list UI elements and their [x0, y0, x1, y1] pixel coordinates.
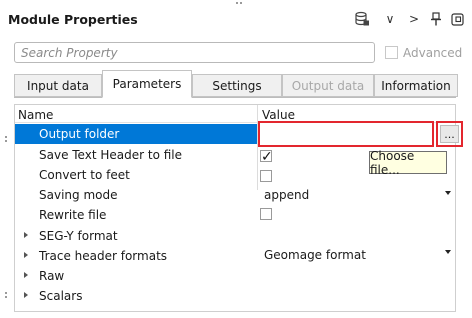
splitter-dot [5, 296, 7, 298]
tab-settings[interactable]: Settings [192, 74, 282, 97]
splitter-dot [5, 140, 7, 142]
column-separator[interactable] [257, 105, 258, 190]
group-raw[interactable]: Raw [39, 269, 64, 283]
advanced-label: Advanced [403, 46, 463, 60]
database-icon[interactable] [354, 11, 370, 27]
tab-divider [14, 97, 456, 98]
pin-icon[interactable] [428, 11, 444, 27]
expand-arrow-icon[interactable] [24, 252, 28, 258]
chevron-down-icon[interactable]: ∨ [382, 11, 398, 27]
tab-label: Settings [212, 78, 262, 93]
highlight-box-input [258, 121, 434, 147]
group-scalars[interactable]: Scalars [39, 289, 82, 303]
expand-arrow-icon[interactable] [24, 272, 28, 278]
splitter-dot [5, 136, 7, 138]
splitter-dot [5, 292, 7, 294]
splitter-dot [240, 2, 242, 4]
group-trace-header-formats[interactable]: Trace header formats [39, 249, 167, 263]
column-header-name[interactable]: Name [18, 108, 53, 122]
tab-input-data[interactable]: Input data [14, 74, 102, 97]
row-label-saving-mode: Saving mode [39, 188, 118, 202]
row-label-convert-to-feet: Convert to feet [39, 168, 130, 182]
row-label-rewrite-file: Rewrite file [39, 208, 107, 222]
row-output-folder[interactable]: Output folder [15, 124, 257, 144]
row-label-save-text-header: Save Text Header to file [39, 148, 182, 162]
rewrite-file-checkbox[interactable] [260, 208, 272, 220]
trace-header-formats-value[interactable]: Geomage format [264, 248, 366, 262]
saving-mode-dropdown-icon[interactable] [445, 191, 451, 195]
tab-label: Input data [27, 78, 89, 93]
tab-label: Parameters [112, 77, 182, 91]
convert-to-feet-checkbox[interactable] [260, 170, 272, 182]
trace-header-dropdown-icon[interactable] [445, 250, 451, 254]
tab-information[interactable]: Information [374, 74, 458, 97]
tab-label: Output data [291, 78, 365, 93]
splitter-dot [236, 2, 238, 4]
advanced-checkbox[interactable] [385, 46, 398, 59]
tab-output-data: Output data [282, 74, 374, 97]
save-text-header-checkbox[interactable]: ✓ [260, 149, 273, 165]
chevron-right-icon[interactable]: > [406, 11, 422, 27]
search-field[interactable] [14, 42, 375, 63]
tab-label: Information [381, 78, 451, 93]
highlight-box-browse [436, 121, 463, 147]
checkmark-icon: ✓ [261, 149, 273, 165]
popout-icon[interactable] [449, 11, 465, 27]
row-label: Output folder [39, 127, 120, 141]
saving-mode-value[interactable]: append [264, 188, 309, 202]
expand-arrow-icon[interactable] [24, 232, 28, 238]
group-seg-y-format[interactable]: SEG-Y format [39, 229, 118, 243]
expand-arrow-icon[interactable] [24, 292, 28, 298]
panel-title: Module Properties [8, 12, 138, 27]
choose-file-tooltip: Choose file... [369, 149, 447, 177]
column-header-value[interactable]: Value [262, 108, 295, 122]
tab-parameters[interactable]: Parameters [102, 70, 192, 98]
search-input[interactable] [15, 43, 374, 62]
